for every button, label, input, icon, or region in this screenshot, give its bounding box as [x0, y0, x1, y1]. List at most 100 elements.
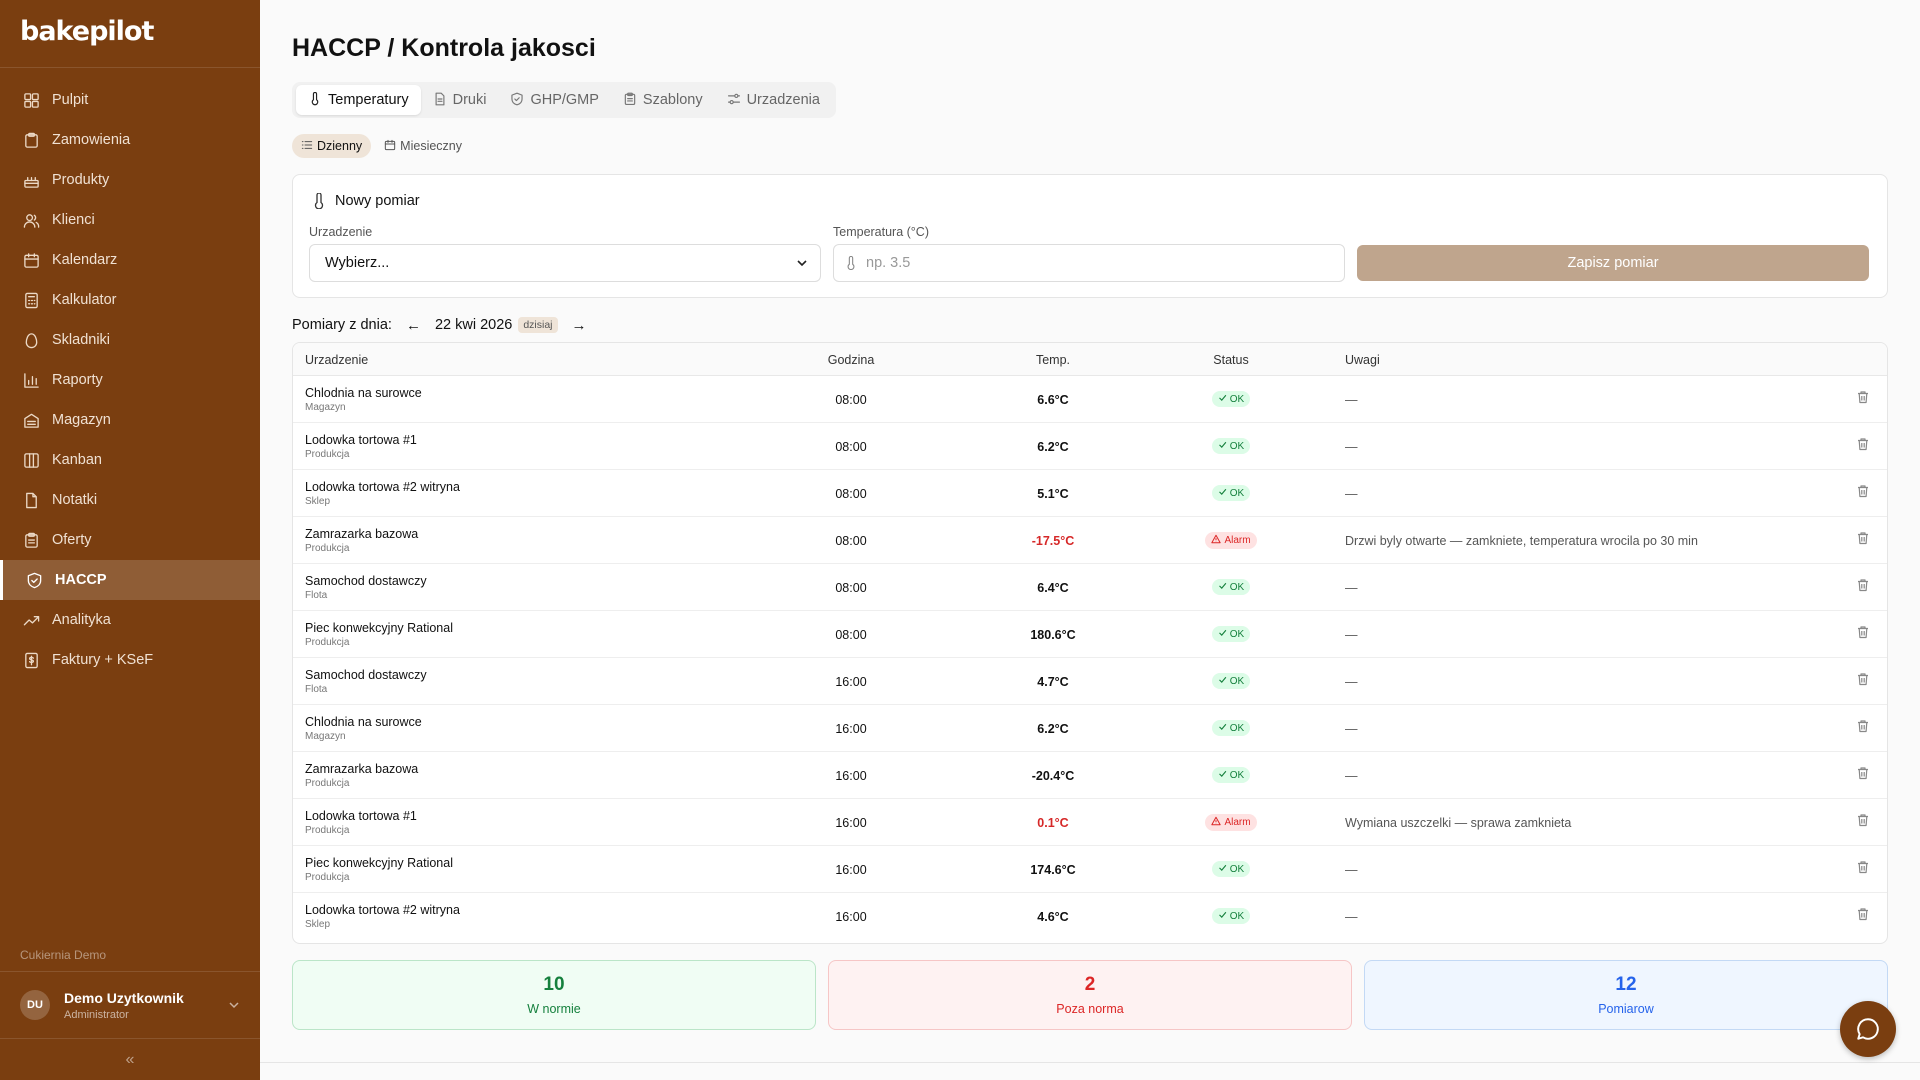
- next-day-button[interactable]: →: [572, 317, 587, 334]
- tab-label: Urzadzenia: [746, 92, 820, 108]
- sidebar-item-zamowienia[interactable]: Zamowienia: [0, 120, 260, 160]
- status-text: Alarm: [1224, 817, 1251, 828]
- device-location: Magazyn: [305, 731, 346, 742]
- notes: —: [1345, 722, 1358, 736]
- stat-out-of-norm: 2 Poza norma: [828, 960, 1352, 1030]
- trash-icon[interactable]: [1856, 907, 1872, 923]
- stat-value: 2: [1084, 974, 1096, 995]
- measurement-temp: 6.2°C: [1037, 440, 1069, 454]
- chat-bubble-icon: [1857, 1018, 1879, 1040]
- trash-icon[interactable]: [1856, 719, 1872, 735]
- check-icon: [1218, 628, 1230, 640]
- tab-szablony[interactable]: Szablony: [611, 85, 715, 115]
- temperature-input[interactable]: np. 3.5: [833, 244, 1345, 282]
- table-row: Zamrazarka bazowa Produkcja 08:00 -17.5°C Al…: [293, 517, 1887, 564]
- sidebar-item-faktury-ksef[interactable]: Faktury + KSeF: [0, 640, 260, 680]
- check-icon: [1218, 675, 1230, 687]
- device-label: Urzadzenie: [309, 225, 373, 239]
- trash-icon[interactable]: [1856, 860, 1872, 876]
- sidebar-item-notatki[interactable]: Notatki: [0, 480, 260, 520]
- notes: —: [1345, 769, 1358, 783]
- trash-icon[interactable]: [1856, 625, 1872, 641]
- form-header: Nowy pomiar: [313, 193, 420, 209]
- warning-icon: [1211, 534, 1224, 547]
- calculator-icon: [22, 291, 40, 309]
- sidebar-item-raporty[interactable]: Raporty: [0, 360, 260, 400]
- invoice-icon: [22, 651, 40, 669]
- sidebar-item-pulpit[interactable]: Pulpit: [0, 80, 260, 120]
- trash-icon[interactable]: [1856, 531, 1872, 547]
- sidebar-item-label: Produkty: [52, 172, 110, 188]
- device-name: Zamrazarka bazowa: [305, 762, 419, 776]
- clipboard-icon: [623, 92, 637, 109]
- previous-day-button[interactable]: ←: [406, 317, 421, 334]
- trash-icon[interactable]: [1856, 813, 1872, 829]
- collapse-sidebar-button[interactable]: «: [0, 1040, 260, 1080]
- calendar-icon: [384, 139, 396, 154]
- trash-icon[interactable]: [1856, 437, 1872, 453]
- measurement-time: 16:00: [835, 863, 867, 877]
- tab-temperatury[interactable]: Temperatury: [296, 85, 421, 115]
- sidebar-item-magazyn[interactable]: Magazyn: [0, 400, 260, 440]
- table-row: Lodowka tortowa #1 Produkcja 16:00 0.1°C Ala…: [293, 799, 1887, 846]
- device-name: Piec konwekcyjny Rational: [305, 856, 453, 870]
- device-location: Produkcja: [305, 825, 350, 836]
- view-dzienny[interactable]: Dzienny: [292, 134, 372, 158]
- measurement-temp: 180.6°C: [1030, 628, 1076, 642]
- stat-in-norm: 10 W normie: [292, 960, 816, 1030]
- trash-icon[interactable]: [1856, 484, 1872, 500]
- stat-label: W normie: [527, 1002, 581, 1016]
- device-name: Lodowka tortowa #2 witryna: [305, 903, 460, 917]
- new-measurement-card: Nowy pomiar Urzadzenie Wybierz... Temper…: [292, 174, 1888, 298]
- device-name: Chlodnia na surowce: [305, 715, 422, 729]
- table-body: Chlodnia na surowce Magazyn 08:00 6.6°C OK — L…: [293, 376, 1887, 940]
- notes: —: [1345, 440, 1358, 454]
- stat-total-measurements: 12 Pomiarow: [1364, 960, 1888, 1030]
- sidebar-item-kanban[interactable]: Kanban: [0, 440, 260, 480]
- kanban-icon: [22, 451, 40, 469]
- chat-button[interactable]: [1840, 1001, 1896, 1057]
- status-text: OK: [1229, 487, 1245, 499]
- sidebar-item-kalendarz[interactable]: Kalendarz: [0, 240, 260, 280]
- notes: —: [1345, 675, 1358, 689]
- status-cell: OK: [1191, 438, 1271, 454]
- save-measurement-button[interactable]: Zapisz pomiar: [1357, 245, 1869, 281]
- file-icon: [22, 491, 40, 509]
- trash-icon[interactable]: [1856, 390, 1872, 406]
- check-icon: [1218, 581, 1230, 593]
- status-text: OK: [1229, 769, 1245, 781]
- sidebar-item-analityka[interactable]: Analityka: [0, 600, 260, 640]
- sidebar-item-kalkulator[interactable]: Kalkulator: [0, 280, 260, 320]
- check-icon: [1218, 769, 1230, 781]
- sidebar-item-skladniki[interactable]: Skladniki: [0, 320, 260, 360]
- section-tabs: Temperatury Druki GHP/GMP Szablony Urzadzeni…: [292, 82, 836, 118]
- device-location: Produkcja: [305, 637, 350, 648]
- device-select[interactable]: Wybierz...: [309, 244, 821, 282]
- view-miesieczny[interactable]: Miesieczny: [375, 134, 471, 158]
- user-menu[interactable]: DU Demo Uzytkownik Administrator: [0, 971, 260, 1039]
- tab-urzadzenia[interactable]: Urzadzenia: [715, 85, 832, 115]
- bar-chart-icon: [22, 371, 40, 389]
- tab-ghp-gmp[interactable]: GHP/GMP: [498, 85, 610, 115]
- trash-icon[interactable]: [1856, 578, 1872, 594]
- sidebar-item-label: HACCP: [55, 572, 107, 588]
- status-cell: OK: [1191, 861, 1271, 877]
- check-icon: [1218, 910, 1230, 922]
- app-logo[interactable]: bakepilot: [0, 0, 260, 68]
- notes: —: [1345, 487, 1358, 501]
- measurement-temp: 4.7°C: [1037, 675, 1069, 689]
- table-row: Lodowka tortowa #2 witryna Sklep 08:00 5.1°…: [293, 470, 1887, 517]
- check-icon: [1218, 487, 1230, 499]
- tab-label: Druki: [452, 92, 487, 108]
- sidebar-item-klienci[interactable]: Klienci: [0, 200, 260, 240]
- trash-icon[interactable]: [1856, 672, 1872, 688]
- check-icon: [1218, 722, 1230, 734]
- sidebar: bakepilot Pulpit Zamowienia Produkty Klienc…: [0, 0, 260, 1080]
- sidebar-item-produkty[interactable]: Produkty: [0, 160, 260, 200]
- dashboard-icon: [22, 91, 40, 109]
- trash-icon[interactable]: [1856, 766, 1872, 782]
- chevron-down-icon[interactable]: [228, 999, 240, 1011]
- tab-druki[interactable]: Druki: [421, 85, 499, 115]
- sidebar-item-oferty[interactable]: Oferty: [0, 520, 260, 560]
- sidebar-item-haccp[interactable]: HACCP: [0, 560, 260, 600]
